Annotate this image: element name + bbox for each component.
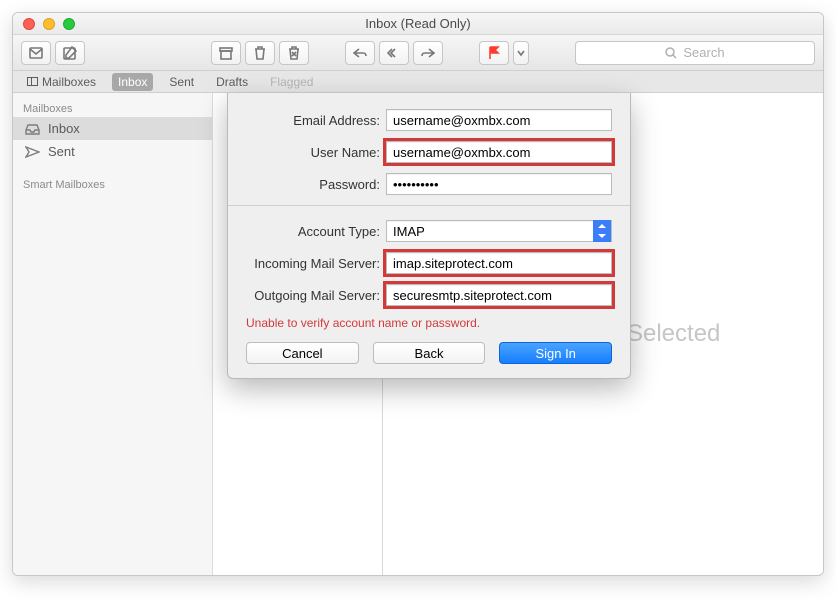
search-icon <box>665 47 677 59</box>
close-window-button[interactable] <box>23 18 35 30</box>
error-message: Unable to verify account name or passwor… <box>246 316 612 330</box>
email-field[interactable] <box>386 109 612 131</box>
trash-icon <box>253 46 267 60</box>
sidebar-heading-mailboxes: Mailboxes <box>13 97 212 117</box>
flag-button[interactable] <box>479 41 509 65</box>
chevron-down-icon <box>517 49 525 57</box>
label-email: Email Address: <box>246 113 386 128</box>
favbar-mailboxes[interactable]: Mailboxes <box>21 73 102 91</box>
account-type-select[interactable]: IMAP <box>386 220 612 242</box>
zoom-window-button[interactable] <box>63 18 75 30</box>
forward-icon <box>421 46 435 60</box>
mailboxes-icon <box>27 77 38 86</box>
search-placeholder: Search <box>683 45 724 60</box>
toolbar: Search <box>13 35 823 71</box>
compose-icon <box>63 46 77 60</box>
back-button[interactable]: Back <box>373 342 486 364</box>
compose-button[interactable] <box>55 41 85 65</box>
delete-button[interactable] <box>245 41 275 65</box>
account-type-value: IMAP <box>393 224 425 239</box>
favbar-sent[interactable]: Sent <box>163 73 200 91</box>
sidebar-item-sent[interactable]: Sent <box>13 140 212 163</box>
envelope-icon <box>29 46 43 60</box>
sign-in-button[interactable]: Sign In <box>499 342 612 364</box>
window-controls <box>13 18 75 30</box>
label-outgoing: Outgoing Mail Server: <box>246 288 386 303</box>
sheet-divider <box>228 205 630 206</box>
account-setup-sheet: Email Address: User Name: Password: Acco… <box>227 93 631 379</box>
favbar-flagged[interactable]: Flagged <box>264 73 319 91</box>
username-field[interactable] <box>386 141 612 163</box>
outgoing-server-field[interactable] <box>386 284 612 306</box>
inbox-icon <box>25 123 40 135</box>
password-field[interactable] <box>386 173 612 195</box>
favbar-drafts[interactable]: Drafts <box>210 73 254 91</box>
forward-button[interactable] <box>413 41 443 65</box>
incoming-server-field[interactable] <box>386 252 612 274</box>
sidebar: Mailboxes Inbox Sent Smart Mailboxes <box>13 93 213 575</box>
label-password: Password: <box>246 177 386 192</box>
minimize-window-button[interactable] <box>43 18 55 30</box>
titlebar: Inbox (Read Only) <box>13 13 823 35</box>
archive-button[interactable] <box>211 41 241 65</box>
label-account-type: Account Type: <box>246 224 386 239</box>
mail-window: Inbox (Read Only) <box>12 12 824 576</box>
favbar-inbox[interactable]: Inbox <box>112 73 153 91</box>
junk-button[interactable] <box>279 41 309 65</box>
junk-icon <box>287 46 301 60</box>
get-mail-button[interactable] <box>21 41 51 65</box>
sent-icon <box>25 146 40 158</box>
favorites-bar: Mailboxes Inbox Sent Drafts Flagged <box>13 71 823 93</box>
reply-icon <box>353 46 367 60</box>
sidebar-item-inbox[interactable]: Inbox <box>13 117 212 140</box>
archive-icon <box>219 46 233 60</box>
select-stepper-icon <box>593 220 611 242</box>
window-title: Inbox (Read Only) <box>13 16 823 31</box>
label-username: User Name: <box>246 145 386 160</box>
sidebar-heading-smart: Smart Mailboxes <box>13 173 212 193</box>
reply-all-button[interactable] <box>379 41 409 65</box>
flag-dropdown[interactable] <box>513 41 529 65</box>
reply-button[interactable] <box>345 41 375 65</box>
search-field[interactable]: Search <box>575 41 815 65</box>
cancel-button[interactable]: Cancel <box>246 342 359 364</box>
flag-icon <box>487 46 501 60</box>
reply-all-icon <box>387 46 401 60</box>
label-incoming: Incoming Mail Server: <box>246 256 386 271</box>
